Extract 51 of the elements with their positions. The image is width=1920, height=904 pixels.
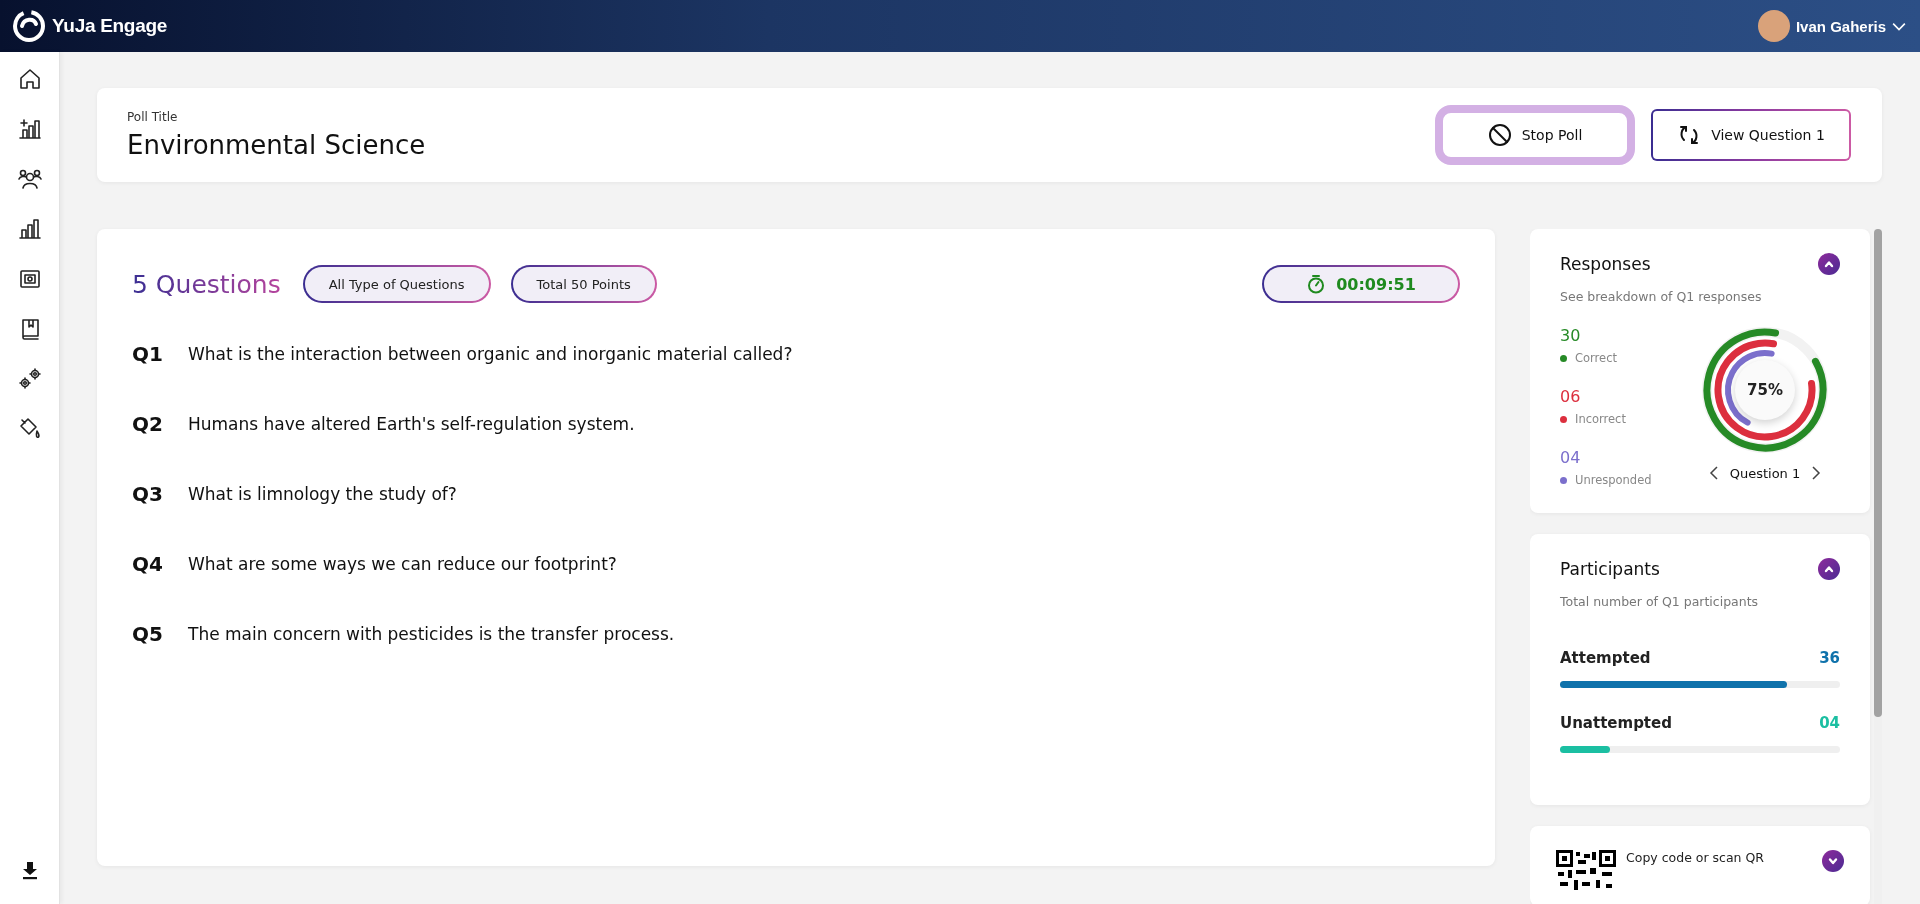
question-number: Q1 xyxy=(132,342,164,366)
legend-label: Unresponded xyxy=(1575,473,1652,487)
legend-label: Correct xyxy=(1575,351,1617,365)
bar-chart-icon[interactable] xyxy=(16,216,43,242)
question-number: Q2 xyxy=(132,412,164,436)
percent-label: 75% xyxy=(1735,360,1795,420)
responses-title: Responses xyxy=(1560,254,1651,274)
chevron-right-icon xyxy=(1811,465,1822,481)
participant-count: 36 xyxy=(1819,649,1840,667)
avatar[interactable] xyxy=(1757,10,1790,42)
logo-icon xyxy=(12,9,46,43)
responses-subtitle: See breakdown of Q1 responses xyxy=(1560,289,1763,304)
chart-plus-icon[interactable] xyxy=(16,116,43,142)
participant-label: Unattempted xyxy=(1560,714,1672,732)
expand-button[interactable] xyxy=(1822,850,1844,872)
poll-title-label: Poll Title xyxy=(127,110,179,124)
question-label: Question 1 xyxy=(1729,465,1801,481)
collapse-button[interactable] xyxy=(1818,253,1840,275)
response-count: 06 xyxy=(1560,387,1582,406)
response-count: 04 xyxy=(1560,448,1582,467)
timer-text: 00:09:51 xyxy=(1336,274,1416,294)
legend-label: Incorrect xyxy=(1575,412,1626,426)
response-count: 30 xyxy=(1560,326,1582,345)
chevron-up-icon xyxy=(1823,258,1835,270)
chevron-down-icon xyxy=(1827,855,1839,867)
participant-label: Attempted xyxy=(1560,649,1651,667)
chevron-up-icon xyxy=(1823,563,1835,575)
question-text[interactable]: Humans have altered Earth's self-regulation system. xyxy=(188,414,635,434)
participant-count: 04 xyxy=(1819,714,1840,732)
question-number: Q3 xyxy=(132,482,164,506)
collapse-button[interactable] xyxy=(1818,558,1840,580)
app-logo-text: YuJa Engage xyxy=(52,15,167,37)
question-number: Q4 xyxy=(132,552,164,576)
question-text[interactable]: What are some ways we can reduce our footprint? xyxy=(188,554,617,574)
participants-title: Participants xyxy=(1560,559,1660,579)
user-name[interactable]: Ivan Gaheris xyxy=(1795,17,1886,35)
question-text[interactable]: What is limnology the study of? xyxy=(188,484,457,504)
chevron-left-icon xyxy=(1708,465,1719,481)
prohibited-icon xyxy=(1487,123,1512,147)
question-number: Q5 xyxy=(132,622,164,646)
stop-poll-button[interactable]: Stop Poll xyxy=(1435,105,1635,165)
view-question-button[interactable]: View Question 1 xyxy=(1651,109,1851,161)
previous-button[interactable] xyxy=(1707,464,1720,482)
stopwatch-icon xyxy=(1306,274,1327,294)
participants-subtitle: Total number of Q1 participants xyxy=(1560,594,1760,609)
question-text[interactable]: The main concern with pesticides is the transfer process. xyxy=(188,624,675,644)
gears-icon[interactable] xyxy=(16,366,43,392)
question-text[interactable]: What is the interaction between organic and inorganic material called? xyxy=(188,344,793,364)
qr-instructions: Copy code or scan QR xyxy=(1626,850,1766,865)
poll-title: Environmental Science xyxy=(127,130,426,160)
next-button[interactable] xyxy=(1810,464,1823,482)
